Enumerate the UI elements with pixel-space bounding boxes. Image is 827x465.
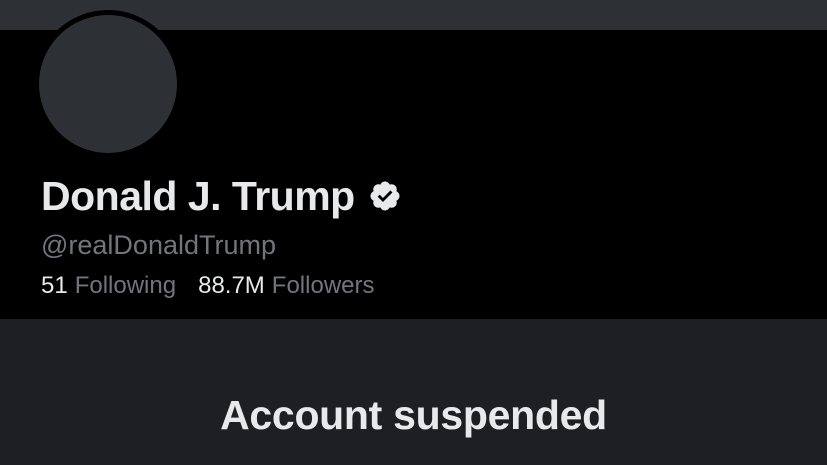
followers-stat-link[interactable]: 88.7M Followers: [198, 269, 374, 303]
followers-count: 88.7M: [198, 272, 265, 299]
profile-handle: @realDonaldTrump: [41, 230, 276, 260]
avatar[interactable]: [34, 10, 182, 158]
following-label: Following: [74, 272, 177, 299]
follow-stats: 51 Following 88.7M Followers: [41, 269, 375, 303]
profile-page: Donald J. Trump @realDonaldTrump 51 Foll…: [0, 0, 827, 465]
following-stat-link[interactable]: 51 Following: [41, 269, 176, 303]
followers-label: Followers: [271, 272, 375, 299]
following-count: 51: [41, 272, 68, 299]
profile-header: Donald J. Trump @realDonaldTrump 51 Foll…: [0, 10, 827, 319]
name-row: Donald J. Trump: [41, 170, 402, 222]
account-suspended-heading: Account suspended: [220, 392, 607, 438]
display-name: Donald J. Trump: [41, 173, 355, 219]
verified-badge-icon: [368, 179, 402, 213]
